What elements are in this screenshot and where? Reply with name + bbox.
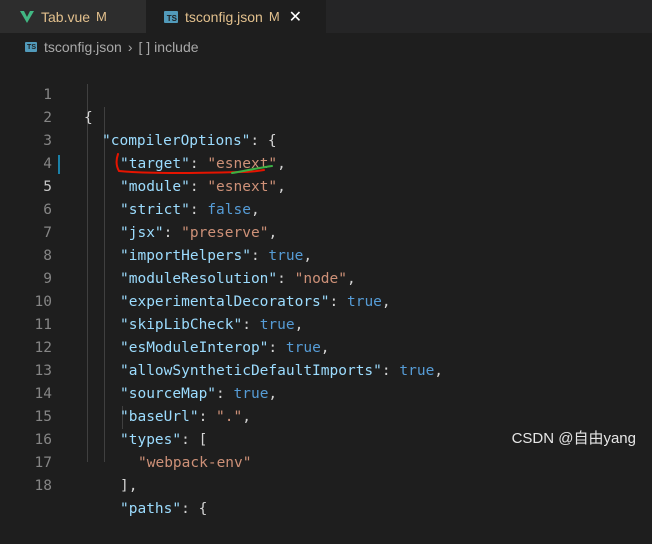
modified-badge: M bbox=[96, 9, 107, 24]
tab-tab-vue[interactable]: Tab.vue M bbox=[0, 0, 146, 33]
code-line[interactable]: 14 "baseUrl": ".", bbox=[0, 360, 652, 425]
code-text: ], bbox=[120, 475, 137, 498]
close-icon[interactable]: ✕ bbox=[289, 7, 302, 27]
code-editor[interactable]: 1 { 2 "compilerOptions": { 3 "target": "… bbox=[0, 61, 652, 517]
code-line[interactable]: 9 "experimentalDecorators": true, bbox=[0, 245, 652, 310]
code-token: "paths" bbox=[120, 501, 182, 517]
code-line[interactable]: 15 "types": [ bbox=[0, 383, 652, 448]
line-number: 18 bbox=[34, 478, 52, 494]
breadcrumb-symbol[interactable]: include bbox=[154, 39, 198, 55]
code-line[interactable]: 8 "moduleResolution": "node", bbox=[0, 222, 652, 287]
ts-icon: TS bbox=[25, 42, 37, 52]
code-line[interactable]: 5 "strict": false, bbox=[0, 153, 652, 218]
modified-badge: M bbox=[268, 9, 280, 24]
code-line[interactable]: 13 "sourceMap": true, bbox=[0, 337, 652, 402]
code-text: "paths": { bbox=[120, 498, 207, 521]
code-line[interactable]: 1 { bbox=[0, 61, 652, 126]
code-line[interactable]: 11 "esModuleInterop": true, bbox=[0, 291, 652, 356]
vue-icon bbox=[20, 10, 34, 23]
code-line[interactable]: 18 "paths": { bbox=[0, 452, 652, 517]
code-line[interactable]: 16 "webpack-env" bbox=[0, 406, 652, 471]
tab-bar: Tab.vue M TS tsconfig.json M ✕ bbox=[0, 0, 652, 33]
tab-tsconfig-json[interactable]: TS tsconfig.json M ✕ bbox=[146, 0, 326, 33]
code-line[interactable]: 7 "importHelpers": true, bbox=[0, 199, 652, 264]
code-line[interactable]: 10 "skipLibCheck": true, bbox=[0, 268, 652, 333]
breadcrumb-file[interactable]: tsconfig.json bbox=[44, 39, 122, 55]
code-line[interactable]: 6 "jsx": "preserve", bbox=[0, 176, 652, 241]
code-line[interactable]: 12 "allowSyntheticDefaultImports": true, bbox=[0, 314, 652, 379]
array-symbol-icon: [ ] bbox=[138, 39, 151, 55]
watermark: CSDN @自由yang bbox=[511, 430, 636, 447]
chevron-right-icon: › bbox=[127, 39, 133, 55]
breadcrumb: TS tsconfig.json › [ ] include bbox=[0, 33, 652, 61]
code-token: ], bbox=[120, 478, 138, 494]
code-line[interactable]: 4 "module": "esnext", bbox=[0, 130, 652, 195]
tab-label: tsconfig.json bbox=[185, 8, 263, 25]
code-token: : { bbox=[181, 501, 208, 517]
tab-label: Tab.vue bbox=[41, 8, 91, 25]
ts-icon: TS bbox=[164, 10, 178, 23]
code-line[interactable]: 2 "compilerOptions": { bbox=[0, 84, 652, 149]
code-line[interactable]: 3 "target": "esnext", bbox=[0, 107, 652, 172]
